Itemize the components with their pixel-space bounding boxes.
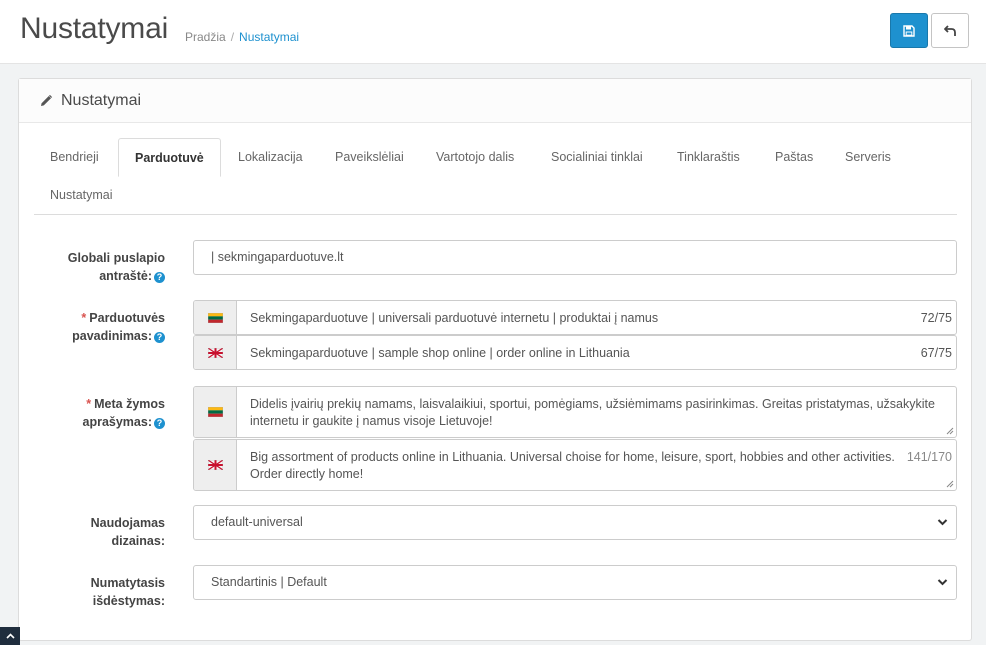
scroll-to-top-button[interactable] [0,627,20,645]
meta-description-en-group: Big assortment of products online in Lit… [193,439,957,491]
settings-panel: Nustatymai Bendrieji Parduotuvė Lokaliza… [18,78,972,641]
meta-description-en-textarea[interactable]: Big assortment of products online in Lit… [237,440,956,490]
store-name-lt-input[interactable]: Sekmingaparduotuve | universali parduotu… [237,301,956,334]
theme-select[interactable]: default-universal [193,505,957,540]
tab-localization[interactable]: Lokalizacija [222,138,319,177]
char-counter: 141/170 [906,450,952,464]
layout-select[interactable]: Standartinis | Default [193,565,957,600]
lithuania-flag-icon [207,407,223,417]
tab-customer-area[interactable]: Vartotojo dalis [420,138,530,177]
tab-general[interactable]: Bendrieji [34,138,115,177]
breadcrumb-current-link[interactable]: Nustatymai [239,30,299,44]
undo-icon [943,24,956,36]
layout-label: Numatytasis išdėstymas: [90,576,165,608]
language-addon-en [194,440,237,490]
language-addon-lt [194,387,237,437]
global-title-input[interactable]: | sekmingaparduotuve.lt [193,240,957,275]
panel-heading: Nustatymai [19,79,971,123]
pencil-icon [39,94,53,108]
char-counter: 67/75 [920,346,952,360]
store-name-label: * Parduotuvės pavadinimas:? [72,311,165,343]
resize-grip-icon[interactable] [946,480,954,488]
store-name-en-group: Sekmingaparduotuve | sample shop online … [193,335,957,370]
chevron-down-icon [937,579,948,586]
help-icon[interactable]: ? [154,331,165,343]
meta-description-label: * Meta žymos aprašymas:? [82,397,165,429]
resize-grip-icon[interactable] [946,427,954,435]
language-addon-lt [194,301,237,334]
page-title: Nustatymai [20,12,169,45]
chevron-up-icon [5,633,15,639]
panel-title: Nustatymai [61,91,142,109]
back-button[interactable] [931,13,969,48]
tab-settings[interactable]: Nustatymai [34,176,129,215]
tab-blog[interactable]: Tinklaraštis [661,138,756,177]
tab-server[interactable]: Serveris [829,138,907,177]
lithuania-flag-icon [207,312,223,323]
help-icon[interactable]: ? [154,271,165,283]
tab-mail[interactable]: Paštas [759,138,829,177]
tab-images[interactable]: Paveikslėliai [319,138,420,177]
breadcrumb-home-link[interactable]: Pradžia [185,30,226,44]
meta-description-lt-group: Didelis įvairių prekių namams, laisvalai… [193,386,957,438]
save-icon [903,24,915,37]
page-header: Nustatymai Pradžia / Nustatymai [0,0,986,64]
global-title-label: Globali puslapio antraštė:? [67,251,165,283]
chevron-down-icon [937,519,948,526]
meta-description-lt-textarea[interactable]: Didelis įvairių prekių namams, laisvalai… [237,387,956,437]
breadcrumb-separator: / [230,30,235,44]
store-name-en-input[interactable]: Sekmingaparduotuve | sample shop online … [237,336,956,369]
settings-tabs: Bendrieji Parduotuvė Lokalizacija Paveik… [34,138,957,215]
theme-label: Naudojamas dizainas: [90,516,165,548]
store-name-lt-group: Sekmingaparduotuve | universali parduotu… [193,300,957,335]
save-button[interactable] [890,13,928,48]
help-icon[interactable]: ? [154,417,165,429]
breadcrumb: Pradžia / Nustatymai [185,30,299,44]
tab-store[interactable]: Parduotuvė [118,138,221,177]
uk-flag-icon [207,347,223,358]
tab-social-networks[interactable]: Socialiniai tinklai [535,138,659,177]
language-addon-en [194,336,237,369]
uk-flag-icon [207,460,223,470]
char-counter: 72/75 [920,311,952,325]
